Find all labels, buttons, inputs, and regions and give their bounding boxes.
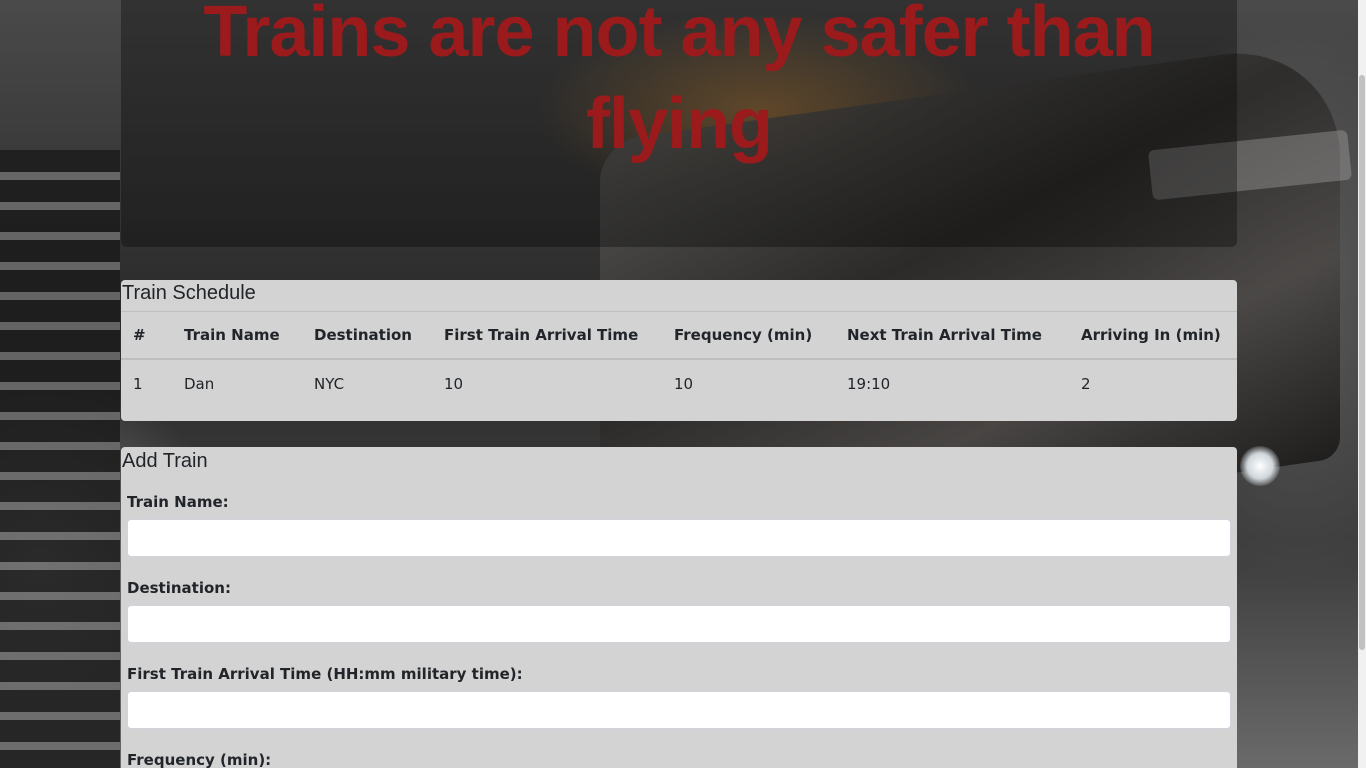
column-header-destination: Destination (302, 312, 432, 360)
add-train-panel: Add Train Train Name: Destination: First… (121, 447, 1237, 768)
column-header-frequency: Frequency (min) (662, 312, 835, 360)
cell-destination: NYC (314, 374, 345, 393)
page-scrollbar[interactable] (1358, 0, 1366, 768)
scrollbar-thumb[interactable] (1359, 75, 1365, 650)
table-header-row: # Train Name Destination First Train Arr… (121, 312, 1237, 360)
schedule-heading: Train Schedule (121, 280, 1237, 312)
schedule-table: # Train Name Destination First Train Arr… (121, 312, 1237, 407)
train-name-input[interactable] (127, 519, 1231, 557)
first-arrival-label: First Train Arrival Time (HH:mm military… (127, 665, 523, 683)
background-building (0, 150, 120, 768)
destination-input[interactable] (127, 605, 1231, 643)
cell-train-name: Dan (184, 374, 215, 393)
column-header-train-name: Train Name (172, 312, 302, 360)
cell-arriving-in: 2 (1081, 374, 1091, 393)
add-train-heading: Add Train (122, 450, 208, 472)
train-name-label: Train Name: (127, 493, 229, 511)
column-header-arriving-in: Arriving In (min) (1069, 312, 1237, 360)
cell-next-arrival: 19:10 (847, 374, 891, 393)
column-header-next-arrival: Next Train Arrival Time (835, 312, 1069, 360)
train-schedule-panel: Train Schedule # Train Name Destination … (121, 280, 1237, 421)
cell-frequency: 10 (674, 374, 694, 393)
destination-label: Destination: (127, 579, 231, 597)
add-train-form: Train Name: Destination: First Train Arr… (121, 491, 1237, 768)
first-arrival-input[interactable] (127, 691, 1231, 729)
background-train-headlight (1240, 446, 1280, 486)
frequency-label: Frequency (min): (127, 751, 272, 768)
column-header-number: # (121, 312, 172, 360)
table-row: 1 Dan NYC 10 10 19:10 2 (121, 359, 1237, 407)
cell-number: 1 (133, 374, 143, 393)
hero-jumbotron: Trains are not any safer than flying (121, 0, 1237, 247)
page-title: Trains are not any safer than flying (203, 0, 1155, 164)
cell-first-arrival: 10 (444, 374, 464, 393)
column-header-first-arrival: First Train Arrival Time (432, 312, 662, 360)
